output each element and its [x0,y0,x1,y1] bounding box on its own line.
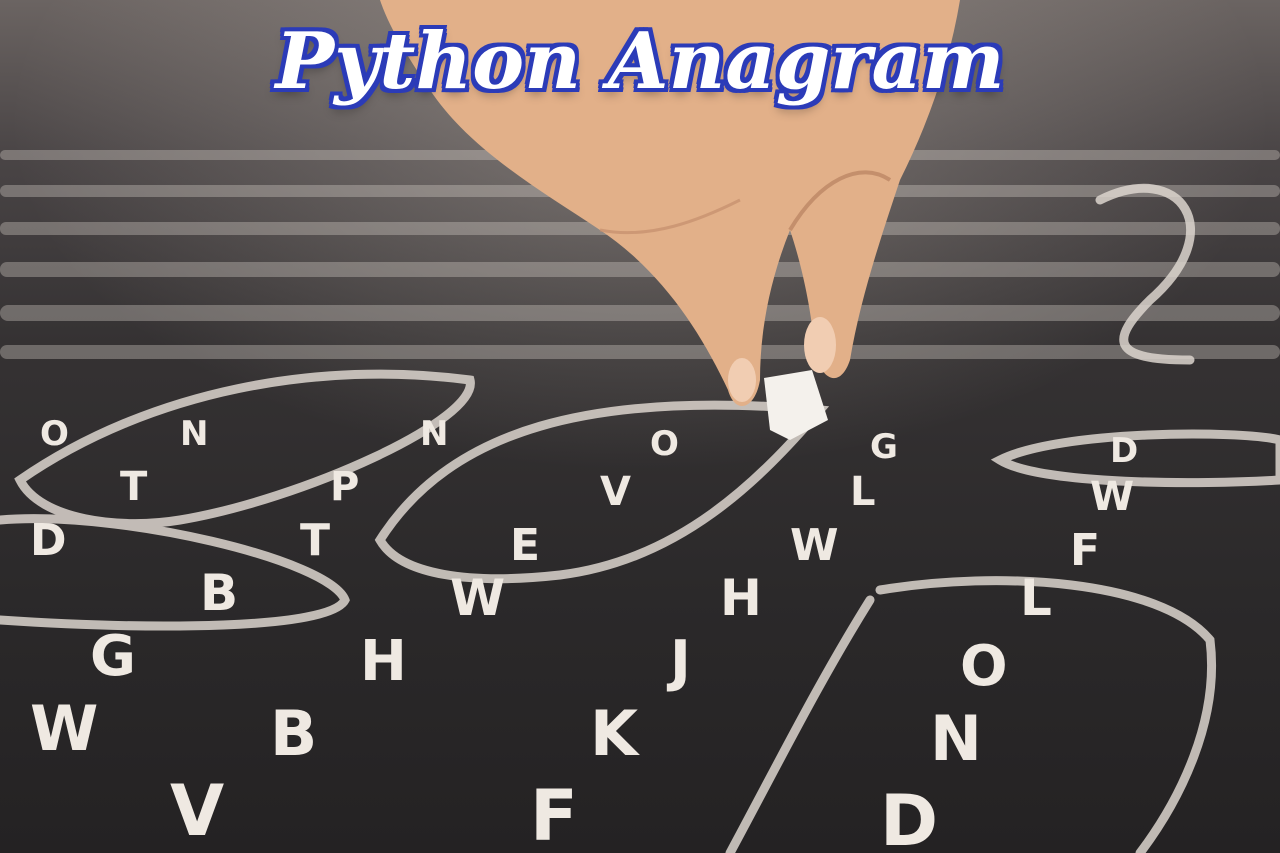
svg-text:N: N [180,414,208,454]
svg-text:B: B [270,697,317,770]
chalkboard-letter-grid: O N N O G D T P V L W D T E W F B W H L … [0,0,1280,853]
page-title: Python Anagram [275,16,1005,107]
svg-text:B: B [200,564,238,622]
svg-text:P: P [330,464,359,510]
svg-text:W: W [1090,474,1134,520]
chalk-circled-words [0,183,1280,853]
svg-text:D: D [880,780,938,853]
svg-text:T: T [300,515,330,566]
svg-text:G: G [870,427,898,467]
svg-text:H: H [720,569,762,627]
svg-text:O: O [960,634,1008,699]
svg-text:H: H [360,629,407,694]
svg-text:N: N [930,702,982,775]
svg-text:W: W [790,520,839,571]
svg-text:V: V [170,770,224,852]
svg-text:E: E [510,520,540,571]
title-banner: Python Anagram [0,12,1280,112]
svg-text:O: O [650,424,679,464]
svg-text:W: W [450,569,505,627]
svg-text:L: L [1020,569,1052,627]
svg-text:F: F [530,775,578,853]
svg-text:T: T [120,464,148,510]
svg-text:O: O [40,414,69,454]
svg-text:J: J [666,629,691,694]
svg-text:D: D [30,515,67,566]
svg-text:D: D [1110,431,1138,471]
fingernail [804,317,836,373]
chalk-letters: O N N O G D T P V L W D T E W F B W H L … [30,414,1138,853]
svg-text:F: F [1070,525,1100,576]
svg-text:N: N [420,414,448,454]
svg-text:K: K [590,697,640,770]
chalk-piece [764,370,828,440]
svg-text:L: L [850,469,876,515]
svg-text:G: G [90,624,136,689]
photo-scene: O N N O G D T P V L W D T E W F B W H L … [0,0,1280,853]
svg-text:V: V [600,469,631,515]
svg-text:W: W [30,692,98,765]
